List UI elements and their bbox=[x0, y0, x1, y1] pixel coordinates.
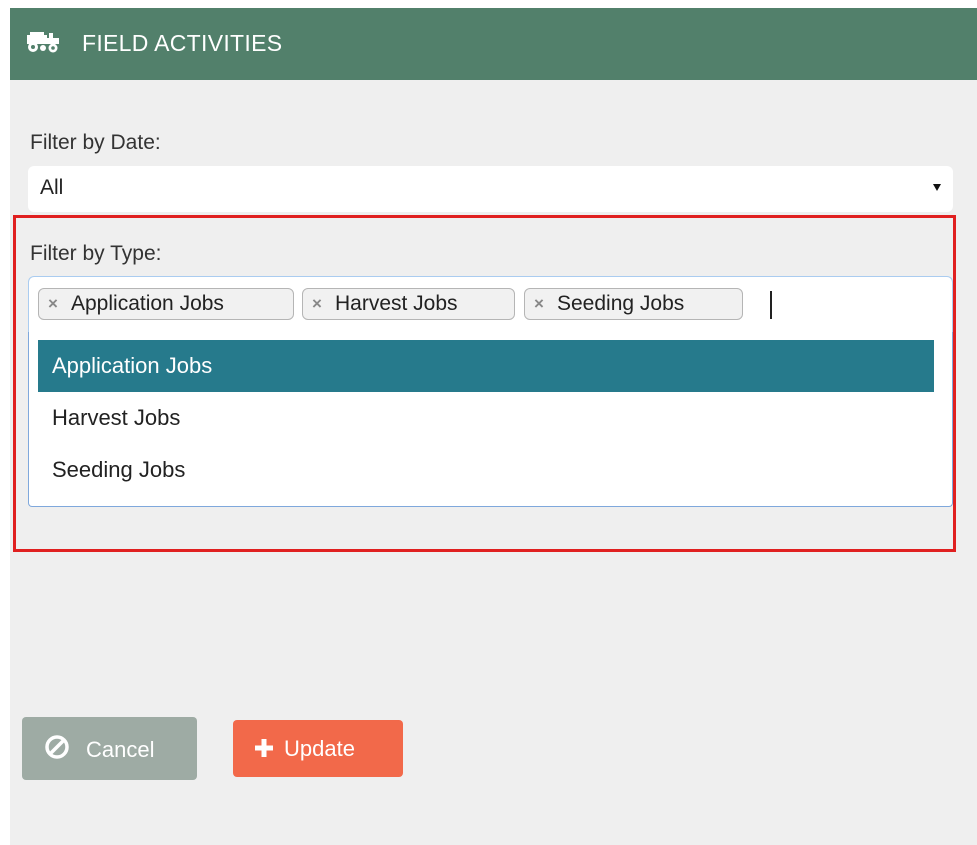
update-button[interactable]: Update bbox=[233, 720, 403, 777]
date-filter-select[interactable]: All bbox=[28, 166, 953, 212]
option-application-jobs[interactable]: Application Jobs bbox=[38, 340, 934, 392]
plus-icon bbox=[255, 739, 273, 757]
caret-down-icon bbox=[933, 184, 941, 191]
text-cursor bbox=[770, 291, 772, 319]
remove-tag-icon[interactable]: × bbox=[48, 289, 58, 319]
remove-tag-icon[interactable]: × bbox=[312, 289, 322, 319]
selected-tag-harvest-jobs: × Harvest Jobs bbox=[302, 288, 515, 320]
panel-header: FIELD ACTIVITIES bbox=[10, 8, 977, 80]
type-filter-multiselect[interactable]: × Application Jobs × Harvest Jobs × Seed… bbox=[28, 276, 953, 332]
type-filter-label: Filter by Type: bbox=[30, 242, 162, 265]
tag-label: Harvest Jobs bbox=[335, 292, 458, 315]
option-harvest-jobs[interactable]: Harvest Jobs bbox=[38, 392, 934, 444]
date-filter-value: All bbox=[40, 176, 64, 199]
option-seeding-jobs[interactable]: Seeding Jobs bbox=[38, 444, 934, 496]
tag-label: Seeding Jobs bbox=[557, 292, 685, 315]
ban-icon bbox=[45, 735, 69, 759]
type-options-dropdown: Application Jobs Harvest Jobs Seeding Jo… bbox=[28, 332, 953, 507]
panel-title: FIELD ACTIVITIES bbox=[82, 30, 283, 56]
cancel-label: Cancel bbox=[86, 737, 155, 762]
tag-label: Application Jobs bbox=[71, 292, 224, 315]
field-activities-panel: FIELD ACTIVITIES Filter by Date: All Fil… bbox=[10, 8, 977, 845]
update-label: Update bbox=[284, 736, 355, 761]
selected-tag-application-jobs: × Application Jobs bbox=[38, 288, 294, 320]
remove-tag-icon[interactable]: × bbox=[534, 289, 544, 319]
date-filter-label: Filter by Date: bbox=[30, 131, 161, 154]
tractor-icon bbox=[27, 32, 59, 53]
cancel-button[interactable]: Cancel bbox=[22, 717, 197, 780]
selected-tag-seeding-jobs: × Seeding Jobs bbox=[524, 288, 743, 320]
